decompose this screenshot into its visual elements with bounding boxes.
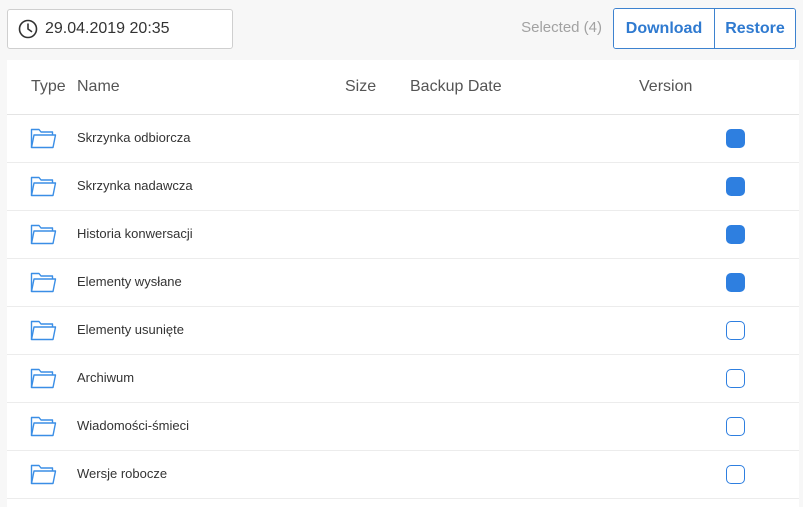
column-header-version[interactable]: Version [639,78,692,96]
column-header-size[interactable]: Size [345,78,376,96]
table-header: Type Name Size Backup Date Version [7,60,799,115]
date-value: 29.04.2019 20:35 [45,20,170,37]
table-row[interactable]: Elementy wysłane [7,259,799,307]
table-row[interactable]: Wersje robocze [7,451,799,499]
column-header-name[interactable]: Name [77,78,120,96]
table-row[interactable]: Archiwum [7,355,799,403]
row-name: Historia konwersacji [77,226,193,241]
column-header-type[interactable]: Type [31,78,66,96]
row-name: Skrzynka odbiorcza [77,130,191,145]
folder-icon [30,224,57,245]
table-row[interactable]: Skrzynka odbiorcza [7,115,799,163]
folder-icon [30,176,57,197]
clock-icon [18,19,38,39]
date-picker[interactable]: 29.04.2019 20:35 [7,9,233,49]
row-name: Wiadomości-śmieci [77,418,189,433]
row-checkbox[interactable] [726,225,745,244]
selected-count: Selected (4) [521,19,602,36]
folder-icon [30,128,57,149]
row-checkbox[interactable] [726,417,745,436]
row-name: Elementy usunięte [77,322,184,337]
row-checkbox[interactable] [726,273,745,292]
row-name: Skrzynka nadawcza [77,178,193,193]
backup-items-table: Type Name Size Backup Date Version Skrzy… [7,60,799,507]
table-row[interactable]: Elementy usunięte [7,307,799,355]
row-checkbox[interactable] [726,465,745,484]
table-row[interactable]: Skrzynka nadawcza [7,163,799,211]
row-checkbox[interactable] [726,321,745,340]
row-checkbox[interactable] [726,129,745,148]
folder-icon [30,272,57,293]
folder-icon [30,368,57,389]
row-name: Wersje robocze [77,466,168,481]
folder-icon [30,320,57,341]
restore-button[interactable]: Restore [715,9,795,48]
download-button[interactable]: Download [614,9,715,48]
row-name: Archiwum [77,370,135,385]
row-checkbox[interactable] [726,177,745,196]
action-button-group: Download Restore [613,8,796,49]
row-checkbox[interactable] [726,369,745,388]
column-header-backup-date[interactable]: Backup Date [410,78,502,96]
folder-icon [30,464,57,485]
table-body: Skrzynka odbiorcza Skrzynka nadawcza Histo… [7,115,799,499]
folder-icon [30,416,57,437]
row-name: Elementy wysłane [77,274,182,289]
table-row[interactable]: Historia konwersacji [7,211,799,259]
table-row[interactable]: Wiadomości-śmieci [7,403,799,451]
